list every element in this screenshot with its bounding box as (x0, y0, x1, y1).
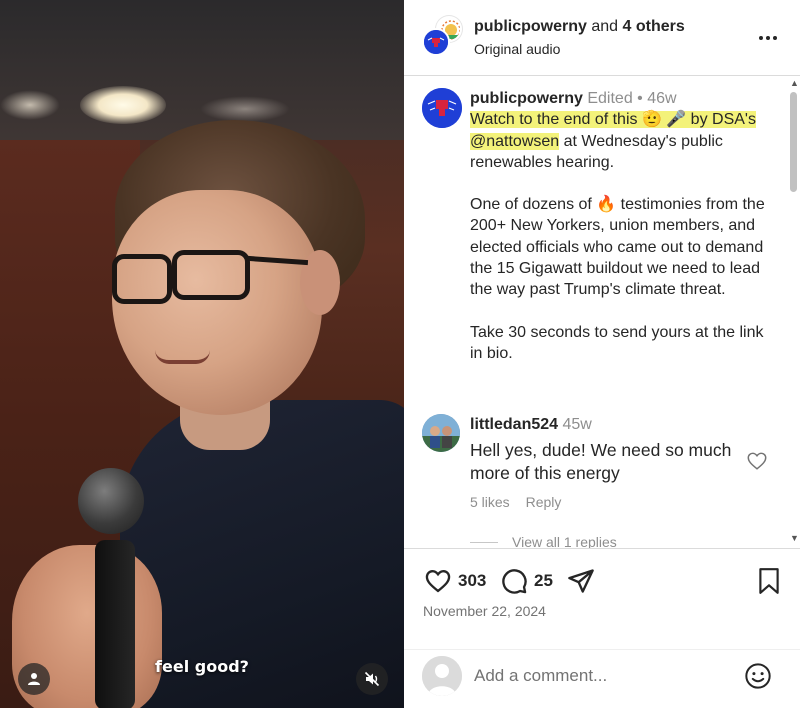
post-author-avatar[interactable] (422, 88, 462, 128)
video-ceiling (0, 0, 404, 140)
emoji-icon[interactable] (744, 662, 772, 690)
user-icon (28, 673, 40, 685)
microphone-head (78, 468, 144, 534)
comments-list[interactable]: publicpowerny Edited • 46w Watch to the … (404, 76, 800, 548)
speaker-muted-icon (364, 671, 380, 687)
commenter-username[interactable]: littledan524 (470, 416, 558, 433)
like-count[interactable]: 303 (458, 571, 486, 591)
video-subtitle: feel good? (155, 657, 249, 676)
video-light (200, 96, 290, 122)
commenter-photo (422, 414, 460, 452)
comment-actions: 5 likes Reply (470, 494, 573, 510)
post-age[interactable]: 46w (647, 90, 676, 107)
paper-plane-icon (568, 569, 594, 593)
more-dot (759, 36, 763, 40)
share-button[interactable] (567, 567, 595, 595)
video-player[interactable]: feel good? (0, 0, 404, 708)
comment-text: Hell yes, dude! We need so much more of … (470, 440, 732, 483)
fist-logo-icon (424, 30, 448, 54)
caption-highlight-text: Watch to the end of this 🫡 🎤 by DSA's (470, 111, 756, 129)
post-header: publicpowerny and 4 others Original audi… (404, 0, 800, 76)
microphone-handle (95, 540, 135, 708)
header-others-link[interactable]: 4 others (623, 18, 685, 35)
default-user-icon (422, 656, 462, 696)
scroll-down-arrow-icon[interactable]: ▼ (790, 533, 799, 543)
caption-paragraph: One of dozens of 🔥 testimonies from the … (470, 196, 765, 299)
comment-age: 45w (562, 416, 592, 433)
post-date[interactable]: November 22, 2024 (423, 603, 546, 619)
comment-button[interactable]: 25 (500, 567, 553, 595)
post-panel: publicpowerny and 4 others Original audi… (404, 0, 800, 708)
post-actions: 303 25 November 22, 2024 (404, 548, 800, 708)
comment-like-icon[interactable] (746, 450, 768, 472)
more-dot (773, 36, 777, 40)
header-and: and (586, 18, 623, 35)
view-replies-line (470, 541, 498, 543)
collab-avatars[interactable] (422, 16, 464, 60)
speaker-glasses (172, 250, 250, 300)
audio-link[interactable]: Original audio (474, 41, 560, 57)
scroll-thumb[interactable] (790, 92, 797, 192)
comment: littledan524 45w Hell yes, dude! We need… (470, 414, 770, 484)
fist-logo-icon (422, 88, 462, 128)
scroll-up-arrow-icon[interactable]: ▲ (790, 78, 799, 88)
comment-count: 25 (534, 571, 553, 590)
header-title: publicpowerny and 4 others (474, 18, 685, 36)
video-light (80, 86, 166, 124)
current-user-avatar (422, 656, 462, 696)
comment-composer (404, 649, 800, 708)
speaker-mouth (155, 350, 210, 364)
post-caption: publicpowerny Edited • 46w Watch to the … (470, 88, 780, 364)
more-dot (766, 36, 770, 40)
view-replies-button[interactable]: View all 1 replies (470, 534, 617, 548)
post-author-username[interactable]: publicpowerny (470, 90, 583, 107)
view-replies-label: View all 1 replies (512, 534, 617, 548)
comment-bubble-icon (502, 569, 527, 594)
heart-icon (425, 570, 451, 593)
add-comment-input[interactable] (474, 656, 744, 696)
profile-avatar (422, 28, 450, 56)
like-button[interactable]: 303 (424, 567, 486, 595)
speaker-glasses (112, 254, 172, 304)
video-light (0, 90, 60, 120)
tagged-users-button[interactable] (18, 663, 50, 695)
header-username[interactable]: publicpowerny (474, 18, 587, 35)
mention-link[interactable]: @nattowsen (470, 132, 560, 150)
commenter-avatar[interactable] (422, 414, 460, 452)
more-options-button[interactable] (754, 26, 782, 50)
comment-likes-count[interactable]: 5 likes (470, 494, 510, 510)
mute-button[interactable] (356, 663, 388, 695)
comments-scrollbar[interactable]: ▲ ▼ (786, 78, 800, 548)
bookmark-icon (759, 568, 779, 594)
comment-reply-button[interactable]: Reply (526, 494, 562, 510)
post-meta-separator: • (632, 90, 648, 107)
caption-paragraph: Take 30 seconds to send yours at the lin… (470, 323, 764, 362)
post-edited-label: Edited (587, 90, 633, 107)
save-button[interactable] (756, 567, 782, 595)
